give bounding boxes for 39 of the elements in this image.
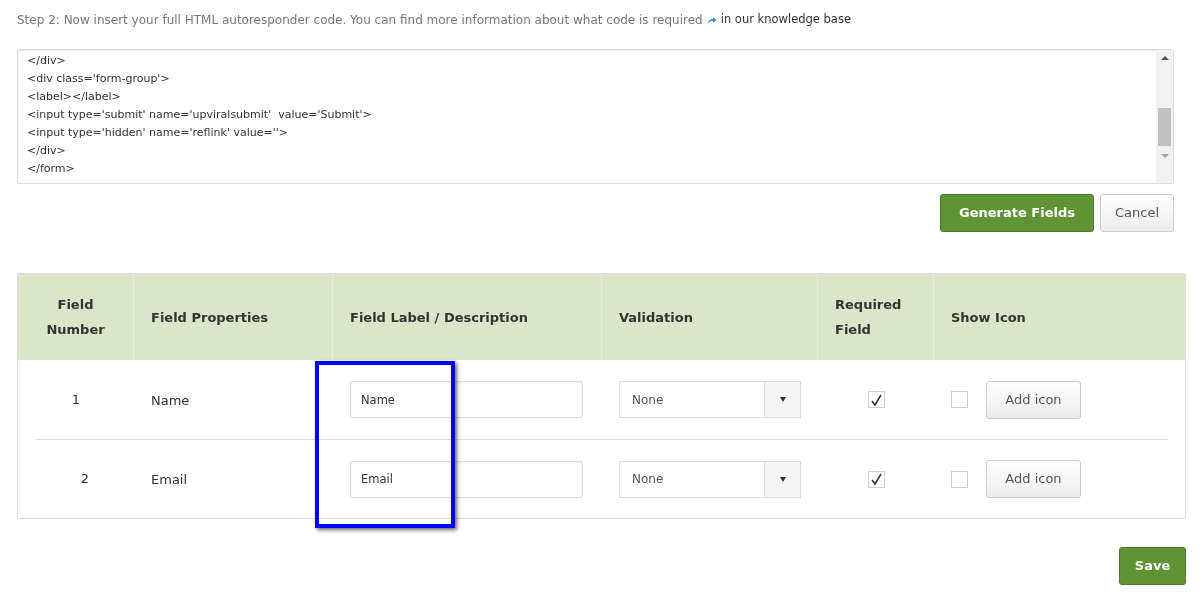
- column-header: Field Properties: [151, 308, 269, 327]
- code-line: </div>: [27, 143, 66, 159]
- column-header: Field Number: [45, 296, 106, 339]
- field-property: Name: [151, 392, 190, 408]
- checkbox[interactable]: [951, 391, 968, 408]
- share-arrow-icon: [706, 15, 717, 25]
- label-input-field[interactable]: Email: [350, 460, 583, 498]
- caret-icon: [779, 476, 786, 482]
- cancel-button[interactable]: Cancel: [1099, 194, 1174, 232]
- field-number: 2: [80, 470, 90, 489]
- save-button[interactable]: Save: [1119, 547, 1186, 585]
- column-header: Show Icon: [951, 308, 1026, 327]
- checkbox[interactable]: [867, 470, 885, 488]
- checkbox[interactable]: [951, 470, 968, 488]
- add-icon-button[interactable]: Add icon: [986, 460, 1081, 498]
- checkbox[interactable]: [867, 391, 885, 408]
- column-header: Required Field: [835, 296, 903, 339]
- validation-dropdown[interactable]: None: [619, 381, 801, 418]
- checkmark-icon: [870, 473, 882, 485]
- code-editor-field[interactable]: </div> <div class='form-group'> <label></label> <input type='submit' name='upviralsubmit' value='Submit'> <input type='hidden' name='reflink' value=''> </div> </form>: [17, 49, 1174, 184]
- validation-dropdown[interactable]: None: [619, 460, 801, 498]
- label-input-field[interactable]: Name: [350, 381, 583, 418]
- field-property: Email: [151, 472, 188, 487]
- column-header: Validation: [619, 308, 693, 327]
- field-number: 1: [71, 390, 81, 409]
- code-line: <input type='submit' name='upviralsubmit' value='Submit'>: [27, 107, 372, 123]
- knowledge-base-link[interactable]: in our knowledge base: [720, 11, 851, 29]
- code-line: <div class='form-group'>: [27, 71, 170, 87]
- column-header: Field Label / Description: [350, 308, 528, 327]
- code-line: <label></label>: [27, 89, 121, 105]
- generate-fields-button[interactable]: Generate Fields: [940, 194, 1094, 232]
- add-icon-button[interactable]: Add icon: [986, 380, 1081, 419]
- checkmark-icon: [870, 393, 882, 406]
- code-line: </form>: [27, 161, 75, 177]
- scrollbar[interactable]: [1156, 50, 1173, 183]
- instruction-text: Step 2: Now insert your full HTML autoresponder code. You can find more information about what code is required: [17, 12, 703, 29]
- code-line: </div>: [27, 53, 66, 69]
- caret-icon: [779, 397, 786, 402]
- code-line: <input type='hidden' name='reflink' value=''>: [27, 125, 288, 141]
